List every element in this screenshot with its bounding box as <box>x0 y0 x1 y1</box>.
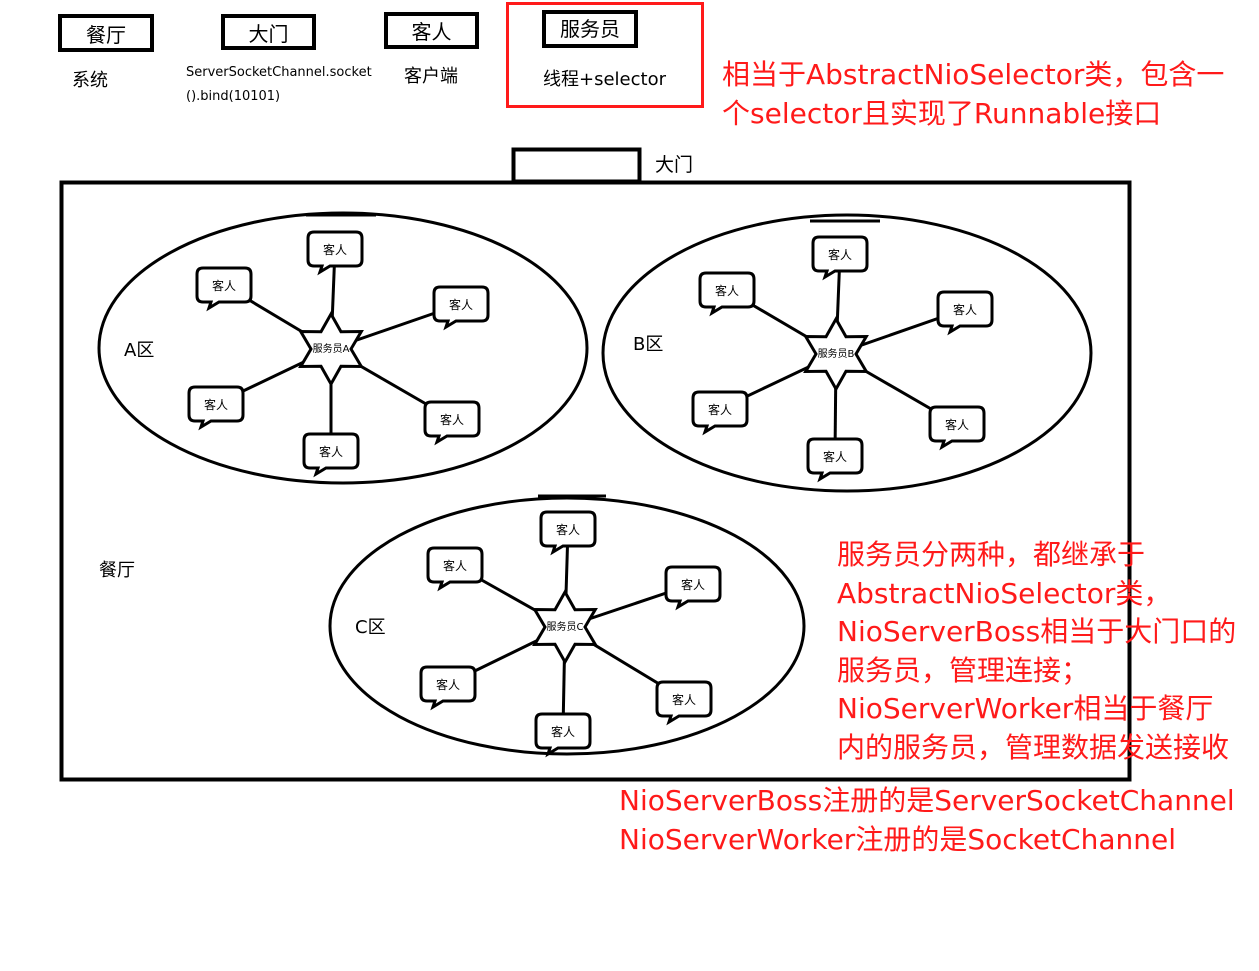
guest-label: 客人 <box>212 278 236 293</box>
guest-label: 客人 <box>204 397 228 412</box>
guest-label: 客人 <box>556 522 580 537</box>
zone-c: C区客人客人客人客人客人客人服务员C <box>328 494 806 758</box>
guest-bubble: 客人 <box>419 665 477 711</box>
door-label: 大门 <box>655 154 693 176</box>
zone-a: A区客人客人客人客人客人客人服务员A <box>97 211 589 485</box>
guest-label: 客人 <box>323 242 347 257</box>
zone-c-label: C区 <box>355 617 386 638</box>
guest-bubble: 客人 <box>928 405 986 451</box>
guest-label: 客人 <box>715 283 739 298</box>
guest-label: 客人 <box>449 297 473 312</box>
waiter-types-line6: 内的服务员，管理数据发送接收 <box>837 730 1230 764</box>
guest-bubble: 客人 <box>811 235 869 281</box>
guest-bubble: 客人 <box>664 565 722 611</box>
guest-label: 客人 <box>681 577 705 592</box>
zone-b-waiter: 服务员B <box>803 315 869 393</box>
guest-label: 客人 <box>708 402 732 417</box>
guest-label: 客人 <box>945 417 969 432</box>
guest-label: 客人 <box>443 558 467 573</box>
guest-bubble: 客人 <box>187 385 245 431</box>
guest-bubble: 客人 <box>423 400 481 446</box>
zone-c-waiter: 服务员C <box>532 588 598 666</box>
waiter-types-line3: NioServerBoss相当于大门口的 <box>837 615 1237 648</box>
guest-bubble: 客人 <box>306 230 364 276</box>
register-note-line2: NioServerWorker注册的是SocketChannel <box>619 822 1176 856</box>
zone-b-waiter-label: 服务员B <box>818 347 855 360</box>
guest-bubble: 客人 <box>655 680 713 726</box>
waiter-types-line1: 服务员分两种，都继承于 <box>837 538 1146 571</box>
guest-bubble: 客人 <box>534 712 592 758</box>
guest-label: 客人 <box>551 724 575 739</box>
guest-bubble: 客人 <box>539 510 597 556</box>
zone-a-label: A区 <box>124 340 154 361</box>
guest-label: 客人 <box>319 444 343 459</box>
guest-bubble: 客人 <box>432 285 490 331</box>
guest-label: 客人 <box>440 412 464 427</box>
guest-bubble: 客人 <box>691 390 749 436</box>
guest-bubble: 客人 <box>936 290 994 336</box>
zone-a-waiter: 服务员A <box>298 310 364 388</box>
guest-bubble: 客人 <box>426 546 484 592</box>
zone-a-waiter-label: 服务员A <box>313 342 350 355</box>
guest-label: 客人 <box>436 677 460 692</box>
guest-bubble: 客人 <box>698 271 756 317</box>
guest-bubble: 客人 <box>302 432 360 478</box>
guest-label: 客人 <box>823 449 847 464</box>
waiter-types-note: 服务员分两种，都继承于 AbstractNioSelector类， NioSer… <box>837 536 1236 767</box>
guest-bubble: 客人 <box>806 437 864 483</box>
guest-label: 客人 <box>953 302 977 317</box>
register-note-line1: NioServerBoss注册的是ServerSocketChannel <box>619 784 1235 817</box>
waiter-types-line5: NioServerWorker相当于餐厅 <box>837 692 1214 725</box>
zone-b: B区客人客人客人客人客人客人服务员B <box>601 213 1093 493</box>
door-box <box>511 147 642 184</box>
guest-label: 客人 <box>672 692 696 707</box>
guest-label: 客人 <box>828 247 852 262</box>
zone-c-waiter-label: 服务员C <box>547 620 584 633</box>
register-note: NioServerBoss注册的是ServerSocketChannel Nio… <box>619 782 1235 859</box>
restaurant-label: 餐厅 <box>99 560 135 581</box>
guest-bubble: 客人 <box>195 266 253 312</box>
zone-b-label: B区 <box>633 334 663 355</box>
waiter-types-line4: 服务员，管理连接； <box>837 653 1090 687</box>
waiter-types-line2: AbstractNioSelector类， <box>837 576 1172 610</box>
